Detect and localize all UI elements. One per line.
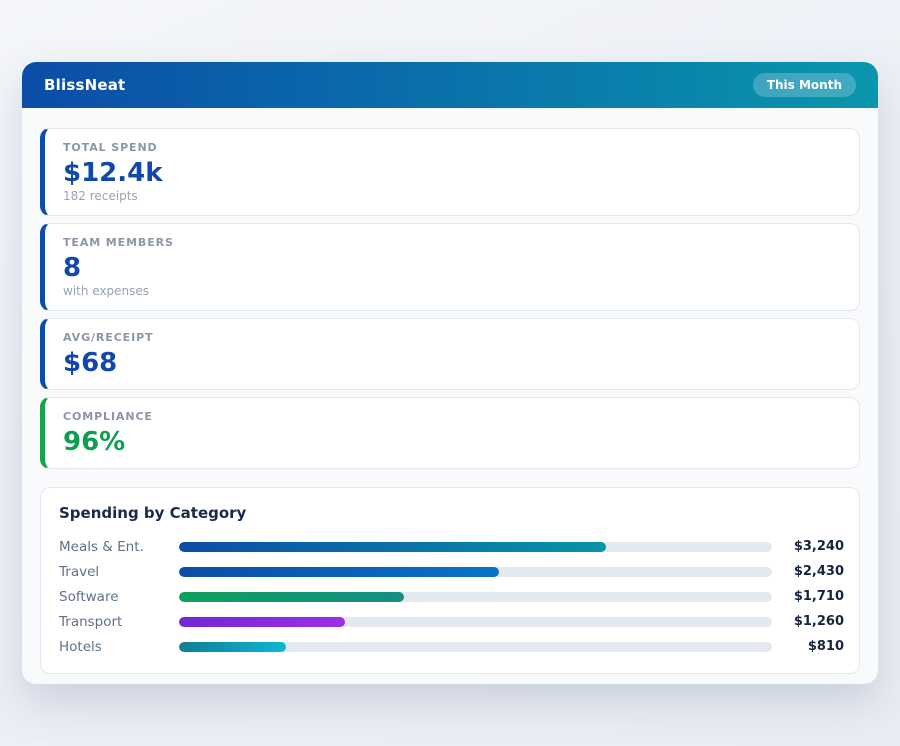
dashboard-panel: BlissNeat This Month TOTAL SPEND $12.4k … xyxy=(22,62,878,684)
category-value: $1,260 xyxy=(772,614,844,629)
chart-row-software: Software $1,710 xyxy=(59,584,844,609)
bar-track xyxy=(179,567,772,577)
category-value: $1,710 xyxy=(772,589,844,604)
category-label: Travel xyxy=(59,564,179,580)
category-label: Meals & Ent. xyxy=(59,539,179,555)
spending-by-category-card: Spending by Category Meals & Ent. $3,240… xyxy=(40,487,860,674)
stat-value: 96% xyxy=(63,428,841,456)
chart-row-travel: Travel $2,430 xyxy=(59,559,844,584)
category-value: $810 xyxy=(772,639,844,654)
stat-label: COMPLIANCE xyxy=(63,410,841,423)
category-label: Software xyxy=(59,589,179,605)
stat-subtext: with expenses xyxy=(63,284,841,298)
stat-label: AVG/RECEIPT xyxy=(63,331,841,344)
stat-card-compliance: COMPLIANCE 96% xyxy=(40,397,860,469)
bar-track xyxy=(179,642,772,652)
chart-row-transport: Transport $1,260 xyxy=(59,609,844,634)
stat-subtext: 182 receipts xyxy=(63,189,841,203)
period-badge[interactable]: This Month xyxy=(753,73,856,97)
bar-fill xyxy=(179,592,404,602)
stat-value: $68 xyxy=(63,349,841,377)
app-title: BlissNeat xyxy=(44,76,125,94)
bar-fill xyxy=(179,642,286,652)
category-value: $2,430 xyxy=(772,564,844,579)
chart-title: Spending by Category xyxy=(59,504,844,522)
bar-fill xyxy=(179,567,499,577)
bar-track xyxy=(179,617,772,627)
app-header: BlissNeat This Month xyxy=(22,62,878,108)
bar-track xyxy=(179,592,772,602)
dashboard-content: TOTAL SPEND $12.4k 182 receipts TEAM MEM… xyxy=(22,108,878,684)
stat-card-team-members: TEAM MEMBERS 8 with expenses xyxy=(40,223,860,311)
chart-row-hotels: Hotels $810 xyxy=(59,634,844,659)
stat-card-avg-receipt: AVG/RECEIPT $68 xyxy=(40,318,860,390)
category-label: Hotels xyxy=(59,639,179,655)
stat-label: TOTAL SPEND xyxy=(63,141,841,154)
chart-row-meals: Meals & Ent. $3,240 xyxy=(59,534,844,559)
stat-card-total-spend: TOTAL SPEND $12.4k 182 receipts xyxy=(40,128,860,216)
bar-fill xyxy=(179,617,345,627)
stat-label: TEAM MEMBERS xyxy=(63,236,841,249)
category-value: $3,240 xyxy=(772,539,844,554)
stat-value: 8 xyxy=(63,254,841,282)
bar-track xyxy=(179,542,772,552)
category-label: Transport xyxy=(59,614,179,630)
bar-fill xyxy=(179,542,606,552)
stat-value: $12.4k xyxy=(63,159,841,187)
